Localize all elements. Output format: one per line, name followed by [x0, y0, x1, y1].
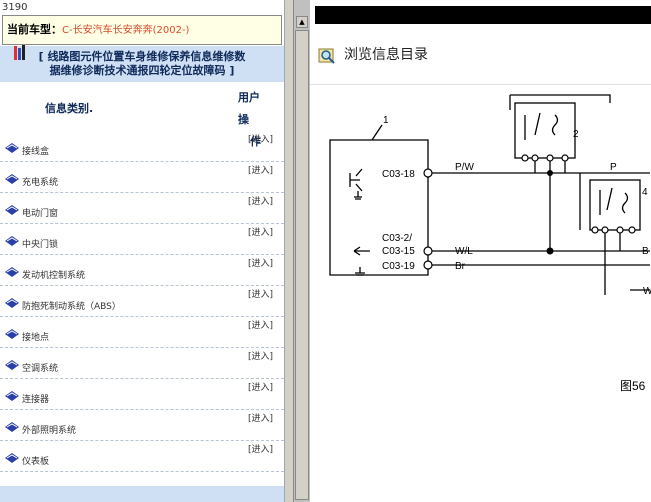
title-bar — [315, 6, 651, 24]
top-id-bar: 3190 — [0, 0, 284, 15]
diamond-bullet-icon — [5, 143, 19, 153]
links-bracket-close: ] — [229, 64, 235, 77]
diamond-bullet-icon — [5, 298, 19, 308]
vertical-scrollbar[interactable]: ▲ — [293, 0, 310, 502]
list-item-name[interactable]: 发动机控制系统 — [22, 268, 85, 281]
scroll-up-arrow-icon[interactable]: ▲ — [296, 16, 308, 28]
diag-label-4: 4 — [642, 187, 648, 198]
diamond-bullet-icon — [5, 174, 19, 184]
list-item-name[interactable]: 外部照明系统 — [22, 423, 76, 436]
enter-link[interactable]: [进入] — [248, 132, 273, 145]
list-item[interactable]: 空调系统 [进入] — [0, 347, 284, 379]
list-item[interactable]: 防抱死制动系统（ABS） [进入] — [0, 285, 284, 317]
links-bracket-open: [ — [38, 50, 44, 63]
category-links: [ 线路图元件位置车身维修保养信息维修数 据维修诊断技术通报四轮定位故障码 ] — [0, 46, 284, 82]
diag-b: B — [642, 246, 649, 257]
diamond-bullet-icon — [5, 360, 19, 370]
list-item-name[interactable]: 充电系统 — [22, 175, 58, 188]
list-item-name[interactable]: 接地点 — [22, 330, 49, 343]
list-item-name[interactable]: 连接器 — [22, 392, 49, 405]
left-panel: 3190 当前车型：C-长安汽车长安奔奔(2002-) [ 线路图元件位置车身维… — [0, 0, 285, 502]
diamond-bullet-icon — [5, 236, 19, 246]
list-item-name[interactable]: 中央门锁 — [22, 237, 58, 250]
diag-w: W — [643, 286, 651, 297]
enter-link[interactable]: [进入] — [248, 163, 273, 176]
list-item[interactable]: 外部照明系统 [进入] — [0, 409, 284, 441]
list-item-name[interactable]: 仪表板 — [22, 454, 49, 467]
diamond-bullet-icon — [5, 422, 19, 432]
enter-link[interactable]: [进入] — [248, 442, 273, 455]
diag-label-2: 2 — [573, 129, 579, 140]
col-header-op-line1: 用户操 — [238, 91, 260, 126]
enter-link[interactable]: [进入] — [248, 411, 273, 424]
enter-link[interactable]: [进入] — [248, 194, 273, 207]
magnifier-icon — [318, 48, 335, 64]
enter-link[interactable]: [进入] — [248, 225, 273, 238]
enter-link[interactable]: [进入] — [248, 287, 273, 300]
book-logo-icon — [14, 45, 25, 60]
diag-c032: C03-2/ — [382, 233, 412, 244]
list-item[interactable]: 充电系统 [进入] — [0, 161, 284, 193]
left-footer-bar — [0, 486, 284, 502]
list-item[interactable]: 电动门窗 [进入] — [0, 192, 284, 224]
diag-wl: W/L — [455, 246, 473, 257]
car-model-box: 当前车型：C-长安汽车长安奔奔(2002-) — [2, 15, 282, 45]
list-item[interactable]: 接地点 [进入] — [0, 316, 284, 348]
list-item[interactable]: 发动机控制系统 [进入] — [0, 254, 284, 286]
diag-c0318: C03-18 — [382, 169, 415, 180]
browse-header: 浏览信息目录 — [310, 36, 651, 85]
col-header-type: 信息类别. — [45, 102, 94, 115]
list-item-name[interactable]: 空调系统 — [22, 361, 58, 374]
list-item[interactable]: 中央门锁 [进入] — [0, 223, 284, 255]
browse-title: 浏览信息目录 — [344, 47, 428, 63]
list-item-name[interactable]: 防抱死制动系统（ABS） — [22, 299, 121, 312]
list-item[interactable]: 接线盒 [进入] — [0, 130, 284, 162]
diamond-bullet-icon — [5, 205, 19, 215]
diag-br: Br — [455, 261, 466, 272]
wiring-diagram: 1 2 4 C03-18 P/W P C03-2/ C03-15 W/L C03… — [329, 94, 651, 393]
list-item-name[interactable]: 电动门窗 — [22, 206, 58, 219]
car-model-value[interactable]: C-长安汽车长安奔奔(2002-) — [62, 25, 189, 36]
diag-p: P — [610, 162, 617, 173]
diag-c0319: C03-19 — [382, 261, 415, 272]
diamond-bullet-icon — [5, 391, 19, 401]
list-item-name[interactable]: 接线盒 — [22, 144, 49, 157]
splitter[interactable] — [285, 0, 293, 502]
right-panel: 浏览信息目录 1 2 4 C03-18 P/W P C03-2/ C03-15 … — [310, 0, 651, 502]
diamond-bullet-icon — [5, 453, 19, 463]
enter-link[interactable]: [进入] — [248, 380, 273, 393]
list-item[interactable]: 仪表板 [进入] — [0, 440, 284, 472]
links-line2[interactable]: 据维修诊断技术通报四轮定位故障码 — [50, 64, 226, 77]
car-model-label: 当前车型： — [7, 23, 62, 36]
diag-fig: 图56 — [620, 379, 646, 393]
enter-link[interactable]: [进入] — [248, 349, 273, 362]
diag-label-1: 1 — [383, 115, 389, 126]
scroll-thumb[interactable] — [295, 30, 309, 500]
enter-link[interactable]: [进入] — [248, 256, 273, 269]
diag-pw: P/W — [455, 162, 474, 173]
diag-c0315: C03-15 — [382, 246, 415, 257]
enter-link[interactable]: [进入] — [248, 318, 273, 331]
diamond-bullet-icon — [5, 329, 19, 339]
links-line1[interactable]: 线路图元件位置车身维修保养信息维修数 — [47, 50, 245, 63]
diamond-bullet-icon — [5, 267, 19, 277]
list-item[interactable]: 连接器 [进入] — [0, 378, 284, 410]
